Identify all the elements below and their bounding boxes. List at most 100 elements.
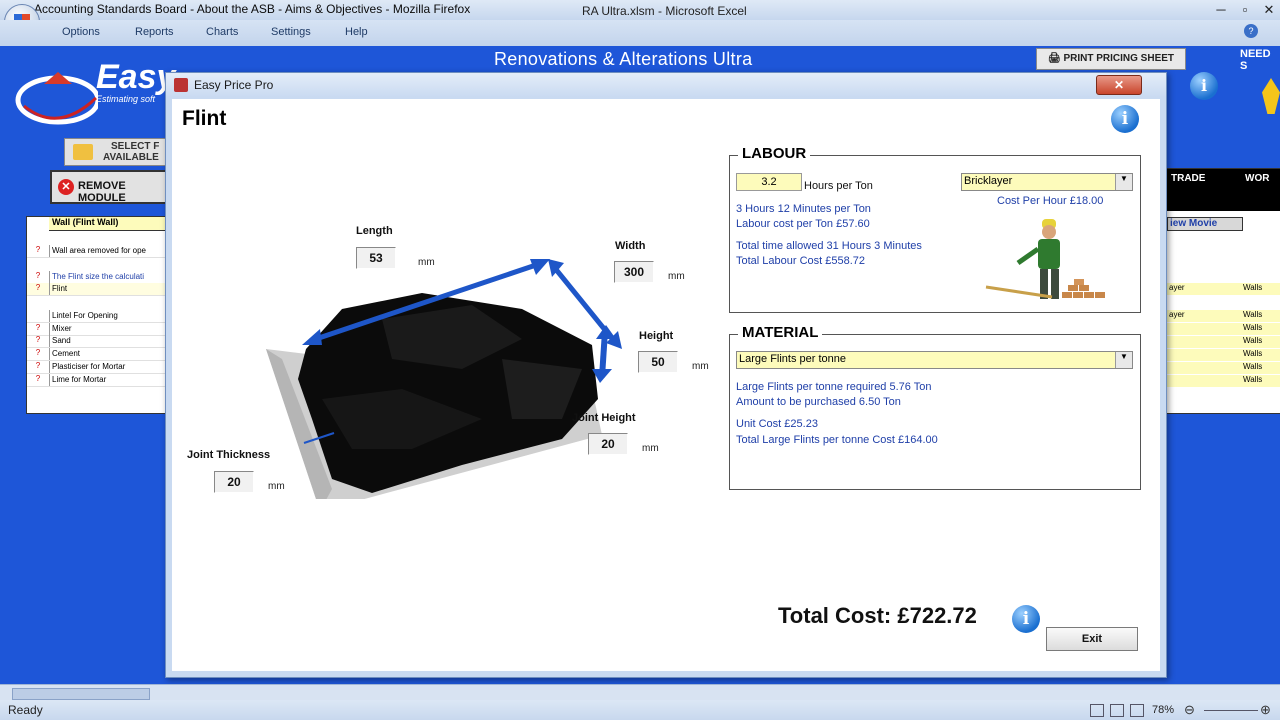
- material-purchased: Amount to be purchased 6.50 Ton: [736, 396, 901, 408]
- table-row[interactable]: Lintel For Opening: [27, 310, 165, 323]
- table-row[interactable]: Walls: [1167, 349, 1280, 361]
- hours-per-ton-input[interactable]: 3.2: [736, 173, 802, 191]
- menu-help[interactable]: Help: [345, 26, 368, 38]
- select-button-line1: SELECT F: [111, 141, 160, 152]
- material-unit-cost: Unit Cost £25.23: [736, 418, 818, 430]
- menu-settings[interactable]: Settings: [271, 26, 311, 38]
- scrollbar-thumb[interactable]: [12, 688, 150, 700]
- width-label: Width: [615, 240, 646, 252]
- browser-tab-text: Accounting Standards Board - About the A…: [34, 2, 471, 16]
- menu-bar: Options Reports Charts Settings Help ?: [0, 20, 1280, 47]
- app-icon: [174, 78, 188, 92]
- printer-icon: 🖨: [1047, 53, 1064, 64]
- table-row[interactable]: ? Flint: [27, 283, 165, 296]
- joint-thickness-label: Joint Thickness: [187, 449, 271, 461]
- menu-charts[interactable]: Charts: [206, 26, 238, 38]
- logo-subtext: Estimating soft: [96, 94, 156, 104]
- cost-per-hour: Cost Per Hour £18.00: [997, 195, 1104, 207]
- horizontal-scrollbar[interactable]: [0, 684, 1280, 701]
- table-row[interactable]: Walls: [1167, 375, 1280, 387]
- page-break-icon[interactable]: [1130, 704, 1144, 717]
- right-trade-table: TRADE WOR iew Movie ayer Walls ayer Walls …: [1166, 168, 1280, 414]
- table-row[interactable]: ayer Walls: [1167, 283, 1280, 295]
- material-select[interactable]: Large Flints per tonne ▼: [736, 351, 1133, 369]
- joint-height-unit: mm: [642, 443, 659, 454]
- joint-thickness-input[interactable]: 20: [214, 471, 254, 493]
- menu-reports[interactable]: Reports: [135, 26, 174, 38]
- wor-header: WOR: [1243, 169, 1280, 211]
- select-button-line2: AVAILABLE: [103, 152, 159, 163]
- dialog-title-bar: Easy Price Pro ✕: [166, 73, 1166, 97]
- sheet-info-icon[interactable]: i: [1190, 72, 1218, 100]
- height-unit: mm: [692, 361, 709, 372]
- chevron-down-icon: ▼: [1115, 174, 1132, 190]
- total-cost: Total Cost: £722.72: [778, 603, 977, 628]
- exit-button[interactable]: Exit: [1046, 627, 1138, 651]
- table-row[interactable]: ? Lime for Mortar: [27, 374, 165, 387]
- joint-thickness-unit: mm: [268, 481, 285, 492]
- normal-view-icon[interactable]: [1090, 704, 1104, 717]
- info-icon[interactable]: i: [1111, 105, 1139, 133]
- folder-icon: [73, 144, 93, 160]
- table-row[interactable]: Walls: [1167, 362, 1280, 374]
- remove-module-button[interactable]: ✕ REMOVE MODULE: [50, 170, 168, 204]
- table-row[interactable]: ? Cement: [27, 348, 165, 361]
- left-items-table: Wall (Flint Wall) ? Wall area removed for…: [26, 216, 168, 414]
- status-bar: Ready 78% ⊖ ⊕: [0, 700, 1280, 720]
- length-input[interactable]: 53: [356, 247, 396, 269]
- easy-logo-swoosh-icon: [15, 72, 98, 125]
- table-row[interactable]: Walls: [1167, 323, 1280, 335]
- total-info-icon[interactable]: i: [1012, 605, 1040, 633]
- hours-per-ton-label: Hours per Ton: [804, 180, 873, 192]
- chevron-down-icon: ▼: [1115, 352, 1132, 368]
- dialog-heading: Flint: [182, 107, 227, 130]
- height-input[interactable]: 50: [638, 351, 678, 373]
- table-row[interactable]: Walls: [1167, 336, 1280, 348]
- table-row[interactable]: ? Plasticiser for Mortar: [27, 361, 165, 374]
- dialog-title: Easy Price Pro: [194, 78, 274, 92]
- close-button[interactable]: ✕: [1258, 2, 1280, 18]
- trade-select[interactable]: Bricklayer ▼: [961, 173, 1133, 191]
- material-total-cost: Total Large Flints per tonne Cost £164.0…: [736, 434, 938, 446]
- table-row[interactable]: ? Sand: [27, 335, 165, 348]
- labour-header: LABOUR: [738, 145, 811, 162]
- labour-cost-per-ton: Labour cost per Ton £57.60: [736, 218, 870, 230]
- help-icon[interactable]: ?: [1244, 24, 1258, 38]
- view-movie-button[interactable]: iew Movie: [1167, 217, 1243, 231]
- length-label: Length: [356, 225, 393, 237]
- minimize-button[interactable]: ─: [1210, 2, 1232, 17]
- need-support-text: NEED S: [1240, 48, 1271, 72]
- page-layout-icon[interactable]: [1110, 704, 1124, 717]
- zoom-level: 78%: [1152, 704, 1175, 716]
- table-row[interactable]: ? Wall area removed for ope: [27, 245, 165, 258]
- trade-header: TRADE: [1167, 169, 1247, 211]
- status-text: Ready: [8, 703, 43, 717]
- width-unit: mm: [668, 271, 685, 282]
- remove-module-label: REMOVE MODULE: [78, 180, 126, 204]
- height-label: Height: [639, 330, 674, 342]
- zoom-in-icon[interactable]: ⊕: [1260, 702, 1271, 718]
- joint-height-input[interactable]: 20: [588, 433, 628, 455]
- app-title: Renovations & Alterations Ultra: [494, 49, 753, 69]
- zoom-out-icon[interactable]: ⊖: [1184, 702, 1195, 718]
- print-pricing-sheet-button[interactable]: 🖨 PRINT PRICING SHEET: [1036, 48, 1186, 70]
- remove-icon: ✕: [58, 179, 74, 195]
- table-header: Wall (Flint Wall): [49, 217, 168, 231]
- joint-height-label: Joint Height: [572, 412, 636, 424]
- window-title: RA Ultra.xlsm - Microsoft Excel: [582, 4, 747, 18]
- width-input[interactable]: 300: [614, 261, 654, 283]
- title-bar: Accounting Standards Board - About the A…: [0, 0, 1280, 20]
- material-header: MATERIAL: [738, 324, 823, 341]
- maximize-button[interactable]: ▫: [1234, 2, 1256, 17]
- menu-options[interactable]: Options: [62, 26, 100, 38]
- length-unit: mm: [418, 257, 435, 268]
- dialog-close-button[interactable]: ✕: [1096, 75, 1142, 95]
- select-available-button[interactable]: SELECT F AVAILABLE: [64, 138, 166, 166]
- logo-text: Easy: [96, 58, 176, 96]
- zoom-slider[interactable]: [1204, 710, 1258, 711]
- print-pricing-sheet-label: PRINT PRICING SHEET: [1063, 53, 1175, 64]
- total-labour-cost: Total Labour Cost £558.72: [736, 255, 866, 267]
- table-row[interactable]: ayer Walls: [1167, 310, 1280, 322]
- material-required: Large Flints per tonne required 5.76 Ton: [736, 381, 932, 393]
- joint-thickness-arrow-icon: [303, 432, 335, 444]
